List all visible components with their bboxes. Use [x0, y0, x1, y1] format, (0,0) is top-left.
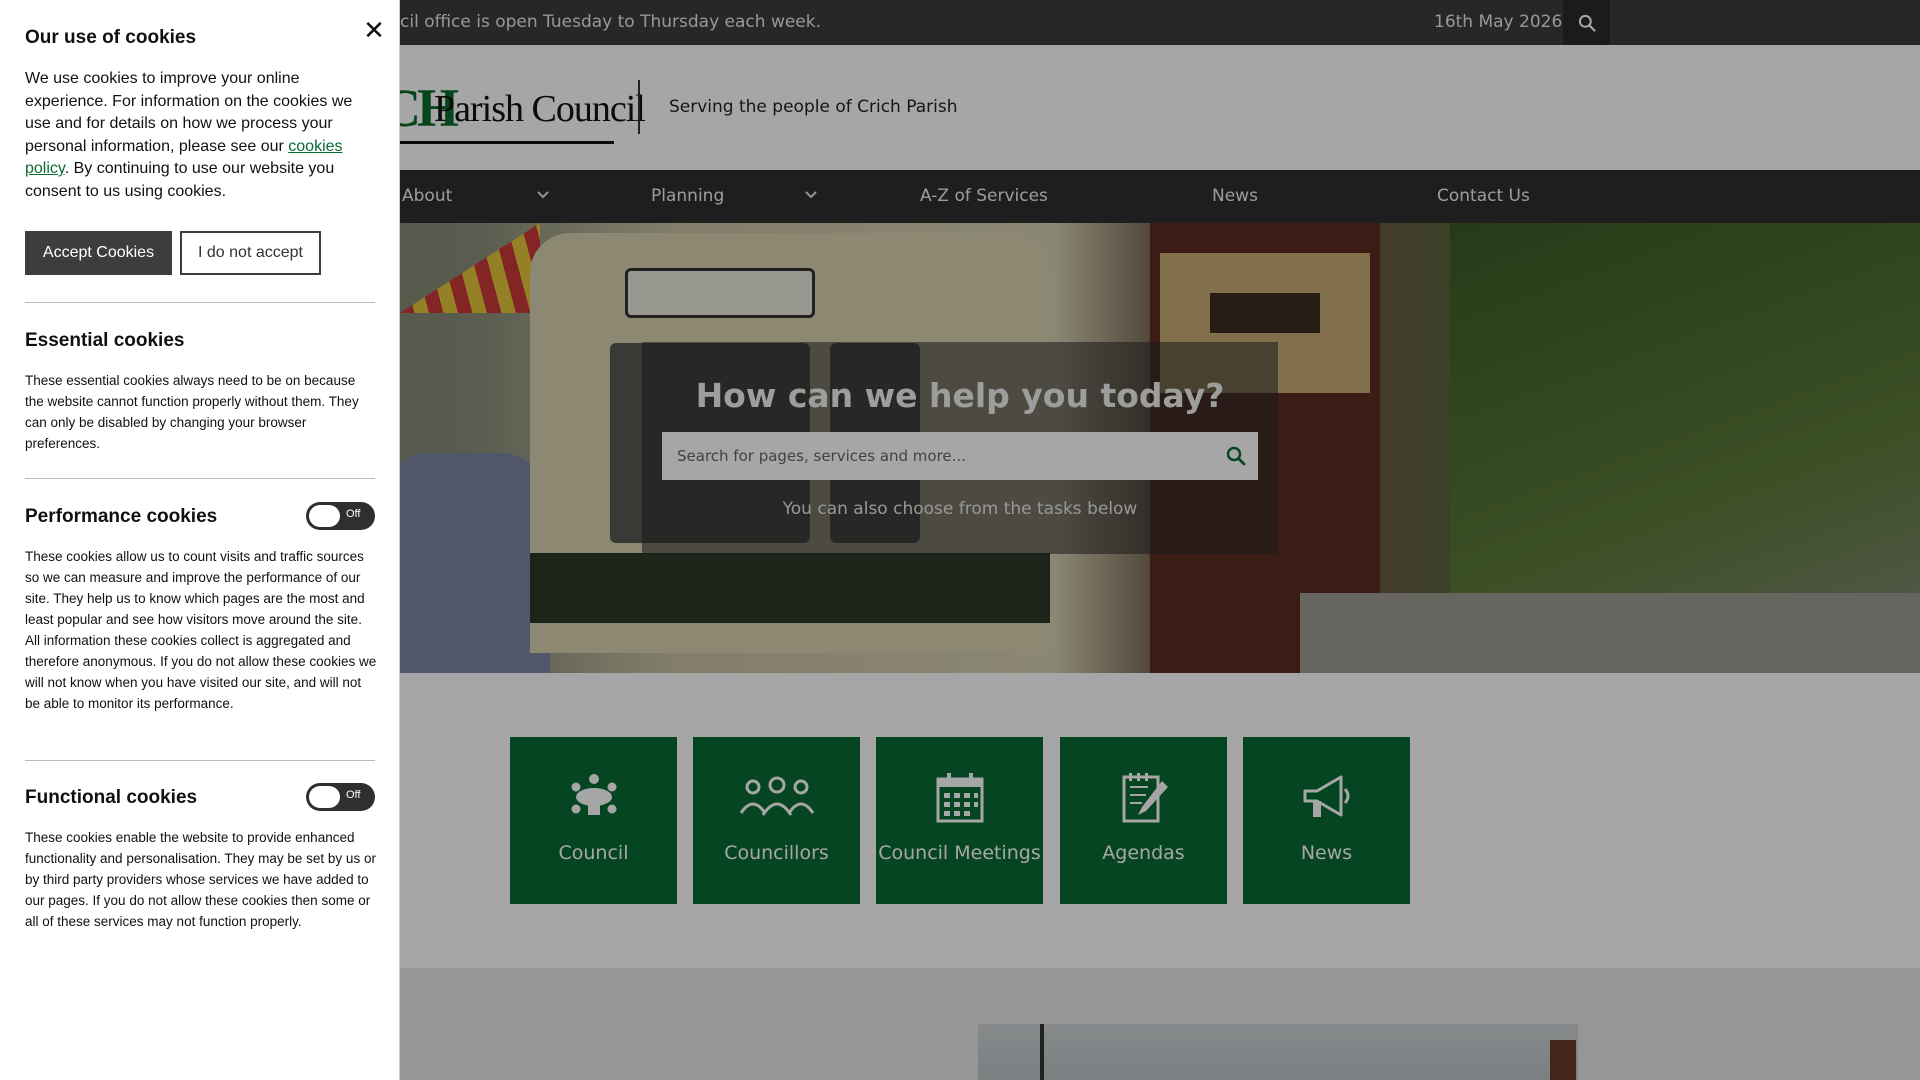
reject-cookies-button[interactable]: I do not accept: [180, 231, 321, 275]
toggle-state: Off: [346, 789, 361, 801]
functional-cookies-text: These cookies enable the website to prov…: [25, 830, 376, 929]
cookie-intro-text: We use cookies to improve your online ex…: [25, 68, 375, 203]
accept-cookies-button[interactable]: Accept Cookies: [25, 231, 172, 275]
cookie-panel-title: Our use of cookies: [25, 27, 197, 48]
toggle-knob: [309, 505, 340, 527]
cookie-consent-panel: Our use of cookies ✕ We use cookies to i…: [0, 0, 400, 1080]
section-divider: [25, 302, 375, 303]
essential-cookies-text: These essential cookies always need to b…: [25, 373, 359, 451]
essential-cookies-heading: Essential cookies: [25, 330, 185, 351]
close-icon[interactable]: ✕: [360, 16, 388, 44]
section-divider: [25, 478, 375, 479]
section-divider: [25, 760, 375, 761]
performance-cookies-heading: Performance cookies: [25, 506, 218, 527]
functional-cookies-toggle[interactable]: Off: [306, 783, 375, 811]
functional-cookies-heading: Functional cookies: [25, 787, 198, 808]
toggle-knob: [309, 786, 340, 808]
performance-cookies-text: These cookies allow us to count visits a…: [25, 549, 377, 711]
toggle-state: Off: [346, 508, 361, 520]
performance-cookies-toggle[interactable]: Off: [306, 502, 375, 530]
cookie-intro-part: . By continuing to use our website you c…: [25, 160, 335, 200]
